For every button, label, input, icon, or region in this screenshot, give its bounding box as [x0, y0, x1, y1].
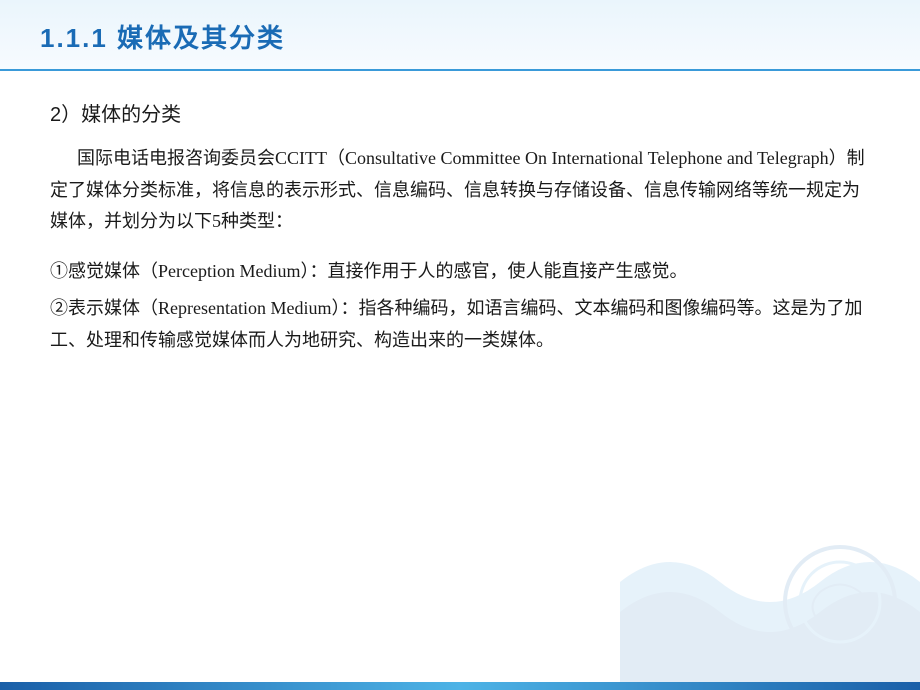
paragraph-indent — [50, 148, 77, 168]
title-section: 1.1.1 媒体及其分类 — [0, 0, 920, 71]
bottom-decorative-bar — [0, 682, 920, 690]
content-area: 2）媒体的分类 国际电话电报咨询委员会CCITT（Consultative Co… — [0, 78, 920, 682]
list-item: ①感觉媒体（Perception Medium）：直接作用于人的感官，使人能直接… — [50, 256, 870, 288]
slide-title: 1.1.1 媒体及其分类 — [40, 23, 285, 53]
paragraph-text: 国际电话电报咨询委员会CCITT（Consultative Committee … — [50, 148, 865, 231]
item1-text: ①感觉媒体（Perception Medium）：直接作用于人的感官，使人能直接… — [50, 261, 687, 281]
list-item: ②表示媒体（Representation Medium）：指各种编码，如语言编码… — [50, 293, 870, 356]
section-subtitle: 2）媒体的分类 — [50, 98, 870, 127]
main-paragraph: 国际电话电报咨询委员会CCITT（Consultative Committee … — [50, 143, 870, 238]
item2-text: ②表示媒体（Representation Medium）：指各种编码，如语言编码… — [50, 298, 862, 350]
slide-container: 1.1.1 媒体及其分类 2）媒体的分类 国际电话电报咨询委员会CCITT（Co… — [0, 0, 920, 690]
